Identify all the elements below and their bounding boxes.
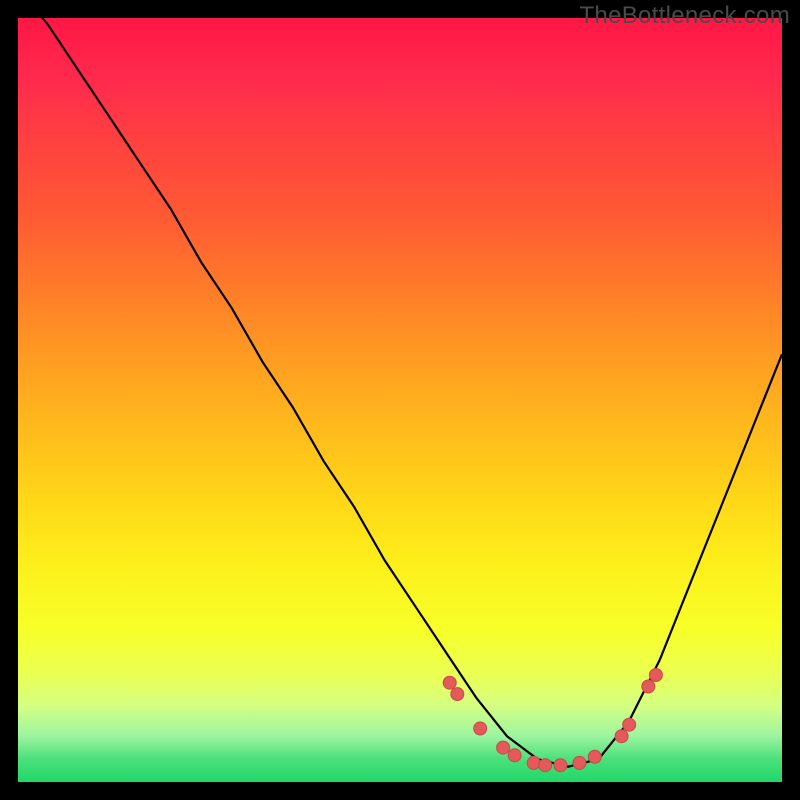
marker-point: [573, 756, 586, 769]
marker-point: [588, 750, 601, 763]
marker-point: [642, 680, 655, 693]
marker-point: [451, 688, 464, 701]
marker-point: [554, 759, 567, 772]
bottleneck-curve: [18, 18, 782, 767]
watermark-text: TheBottleneck.com: [579, 2, 790, 30]
highlighted-points: [443, 669, 662, 772]
marker-point: [623, 718, 636, 731]
marker-point: [508, 749, 521, 762]
marker-point: [497, 741, 510, 754]
chart-plot-area: [18, 18, 782, 782]
marker-point: [539, 759, 552, 772]
marker-point: [443, 676, 456, 689]
marker-point: [615, 730, 628, 743]
marker-point: [474, 722, 487, 735]
chart-frame: TheBottleneck.com: [0, 0, 800, 800]
marker-point: [527, 756, 540, 769]
chart-svg: [18, 18, 782, 782]
marker-point: [649, 669, 662, 682]
